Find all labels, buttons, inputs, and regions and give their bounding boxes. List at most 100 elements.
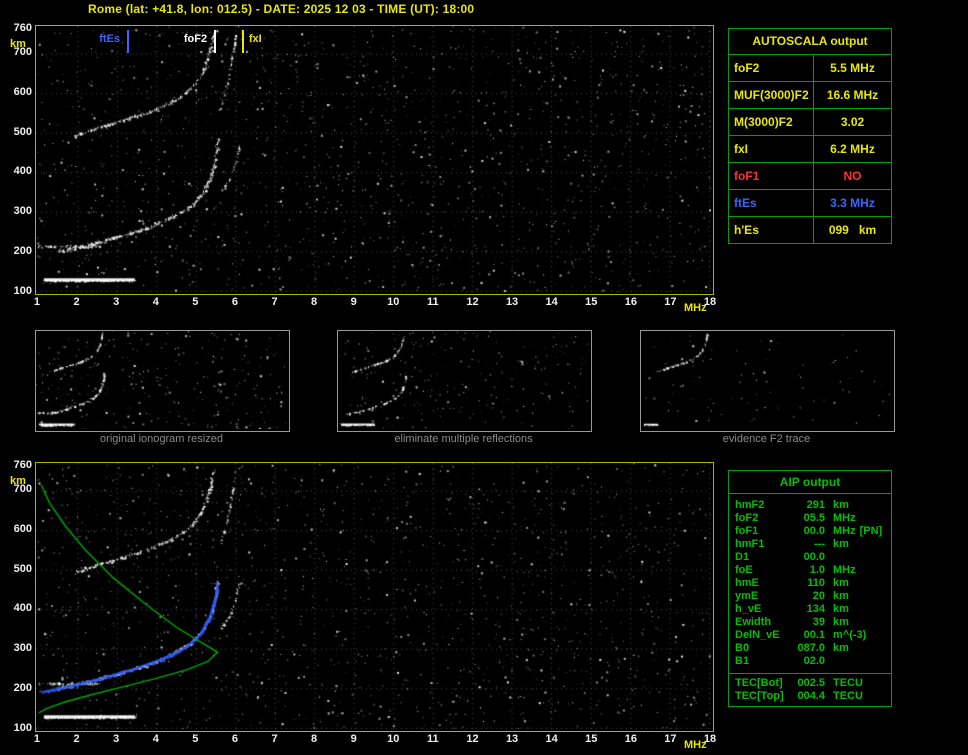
autoscala-row-label: MUF(3000)F2 — [729, 82, 814, 108]
aip-row-unit: km — [833, 590, 849, 603]
x-tick-top-14: 14 — [541, 296, 563, 308]
x-tick-top-16: 16 — [620, 296, 642, 308]
thumbnail-f2-canvas — [641, 331, 892, 429]
thumbnail-caption-f2: evidence F2 trace — [639, 433, 894, 445]
x-tick-bottom-14: 14 — [541, 733, 563, 745]
aip-row-label: foF1 — [735, 525, 793, 538]
x-tick-bottom-3: 3 — [105, 733, 127, 745]
aip-row-label: foF2 — [735, 512, 793, 525]
aip-row-foF2: foF205.5 MHz — [735, 512, 891, 525]
aip-row-value: 1.0 — [793, 564, 825, 577]
autoscala-row-value: NO — [814, 163, 891, 189]
aip-row-unit: km — [833, 642, 849, 655]
aip-row-label: B0 — [735, 642, 793, 655]
autoscala-app-window: Rome (lat: +41.8, lon: 012.5) - DATE: 20… — [0, 0, 968, 755]
aip-row-unit: TECU — [833, 677, 863, 690]
aip-row-DelN_vE: DelN_vE00.1m^(-3) — [735, 629, 891, 642]
autoscala-row-value: 16.6 MHz — [814, 82, 891, 108]
aip-panel-title: AIP output — [729, 471, 891, 494]
aip-row-value: 00.0 — [793, 551, 825, 564]
aip-row-B0: B0087.0km — [735, 642, 891, 655]
aip-row-TEC[Top]: TEC[Top]004.4TECU — [735, 690, 891, 703]
aip-row-value: 134 — [793, 603, 825, 616]
aip-row-label: ymE — [735, 590, 793, 603]
thumbnail-caption-filtered: eliminate multiple reflections — [336, 433, 591, 445]
x-tick-top-3: 3 — [105, 296, 127, 308]
autoscala-row-MUF(3000)F2: MUF(3000)F216.6 MHz — [729, 82, 891, 109]
aip-output-panel: AIP output hmF2291kmfoF205.5MHzfoF100.0M… — [728, 470, 892, 707]
autoscala-row-label: foF1 — [729, 163, 814, 189]
x-tick-bottom-15: 15 — [580, 733, 602, 745]
x-tick-top-4: 4 — [145, 296, 167, 308]
fxI-marker-line — [242, 30, 244, 53]
ionogram-main-plot — [35, 25, 714, 295]
fxI-marker-label: fxI — [249, 33, 262, 45]
aip-row-unit: km — [833, 603, 849, 616]
y-tick-bottom-300: 300 — [6, 642, 32, 654]
x-tick-bottom-9: 9 — [343, 733, 365, 745]
x-tick-top-7: 7 — [264, 296, 286, 308]
x-tick-bottom-2: 2 — [66, 733, 88, 745]
autoscala-output-panel: AUTOSCALA output foF25.5 MHzMUF(3000)F21… — [728, 28, 892, 244]
y-tick-top-300: 300 — [6, 205, 32, 217]
aip-row-label: TEC[Bot] — [735, 677, 793, 690]
y-axis-unit-bottom: km — [10, 475, 26, 487]
x-tick-top-8: 8 — [303, 296, 325, 308]
aip-row-value: 39 — [793, 616, 825, 629]
aip-row-label: hmF2 — [735, 499, 793, 512]
aip-row-value: 00.0 — [793, 525, 825, 538]
x-tick-bottom-17: 17 — [659, 733, 681, 745]
foF2-marker-label: foF2 — [184, 33, 207, 45]
aip-row-value: --- — [793, 538, 825, 551]
ftEs-marker-line — [127, 30, 129, 53]
aip-row-value: 00.1 — [793, 629, 825, 642]
x-tick-bottom-7: 7 — [264, 733, 286, 745]
aip-row-unit: km — [833, 577, 849, 590]
x-tick-bottom-6: 6 — [224, 733, 246, 745]
y-tick-bottom-100: 100 — [6, 722, 32, 734]
aip-rows: hmF2291kmfoF205.5MHzfoF100.0MHz[PN]hmF1-… — [729, 494, 891, 670]
aip-row-unit: TECU — [833, 690, 863, 703]
thumbnail-original-canvas — [36, 331, 287, 429]
y-tick-top-600: 600 — [6, 86, 32, 98]
aip-row-label: TEC[Top] — [735, 690, 793, 703]
aip-row-D1: D100.0 — [735, 551, 891, 564]
y-tick-top-400: 400 — [6, 165, 32, 177]
aip-row-unit: km — [833, 616, 849, 629]
x-tick-bottom-16: 16 — [620, 733, 642, 745]
aip-row-TEC[Bot]: TEC[Bot]002.5TECU — [735, 677, 891, 690]
autoscala-row-foF2: foF25.5 MHz — [729, 55, 891, 82]
aip-row-foF1: foF100.0MHz[PN] — [735, 525, 891, 538]
x-tick-top-1: 1 — [26, 296, 48, 308]
autoscala-row-value: 099 km — [814, 217, 891, 243]
aip-row-value: 02.0 — [793, 655, 825, 668]
aip-row-foE: foE1.0 MHz — [735, 564, 891, 577]
foF2-marker-line — [214, 30, 216, 53]
thumbnail-f2-trace — [640, 330, 895, 432]
y-tick-bottom-400: 400 — [6, 602, 32, 614]
x-tick-bottom-10: 10 — [382, 733, 404, 745]
aip-row-label: hmE — [735, 577, 793, 590]
aip-row-Ewidth: Ewidth39 km — [735, 616, 891, 629]
aip-row-value: 05.5 — [793, 512, 825, 525]
thumbnail-filtered-ionogram — [337, 330, 592, 432]
aip-row-label: Ewidth — [735, 616, 793, 629]
y-tick-top-200: 200 — [6, 245, 32, 257]
y-tick-bottom-200: 200 — [6, 682, 32, 694]
autoscala-rows: foF25.5 MHzMUF(3000)F216.6 MHzM(3000)F23… — [729, 55, 891, 243]
aip-row-value: 20 — [793, 590, 825, 603]
aip-row-unit: MHz — [833, 512, 856, 525]
aip-row-unit: km — [833, 499, 849, 512]
aip-row-unit: km — [833, 538, 849, 551]
x-tick-bottom-12: 12 — [461, 733, 483, 745]
aip-row-label: foE — [735, 564, 793, 577]
x-tick-top-12: 12 — [461, 296, 483, 308]
aip-row-h_vE: h_vE134km — [735, 603, 891, 616]
aip-row-label: DelN_vE — [735, 629, 793, 642]
aip-row-unit: MHz — [833, 564, 856, 577]
x-tick-top-5: 5 — [184, 296, 206, 308]
autoscala-row-value: 3.02 — [814, 109, 891, 135]
y-tick-top-100: 100 — [6, 285, 32, 297]
aip-row-hmF1: hmF1---km — [735, 538, 891, 551]
autoscala-row-h'Es: h'Es099 km — [729, 217, 891, 243]
